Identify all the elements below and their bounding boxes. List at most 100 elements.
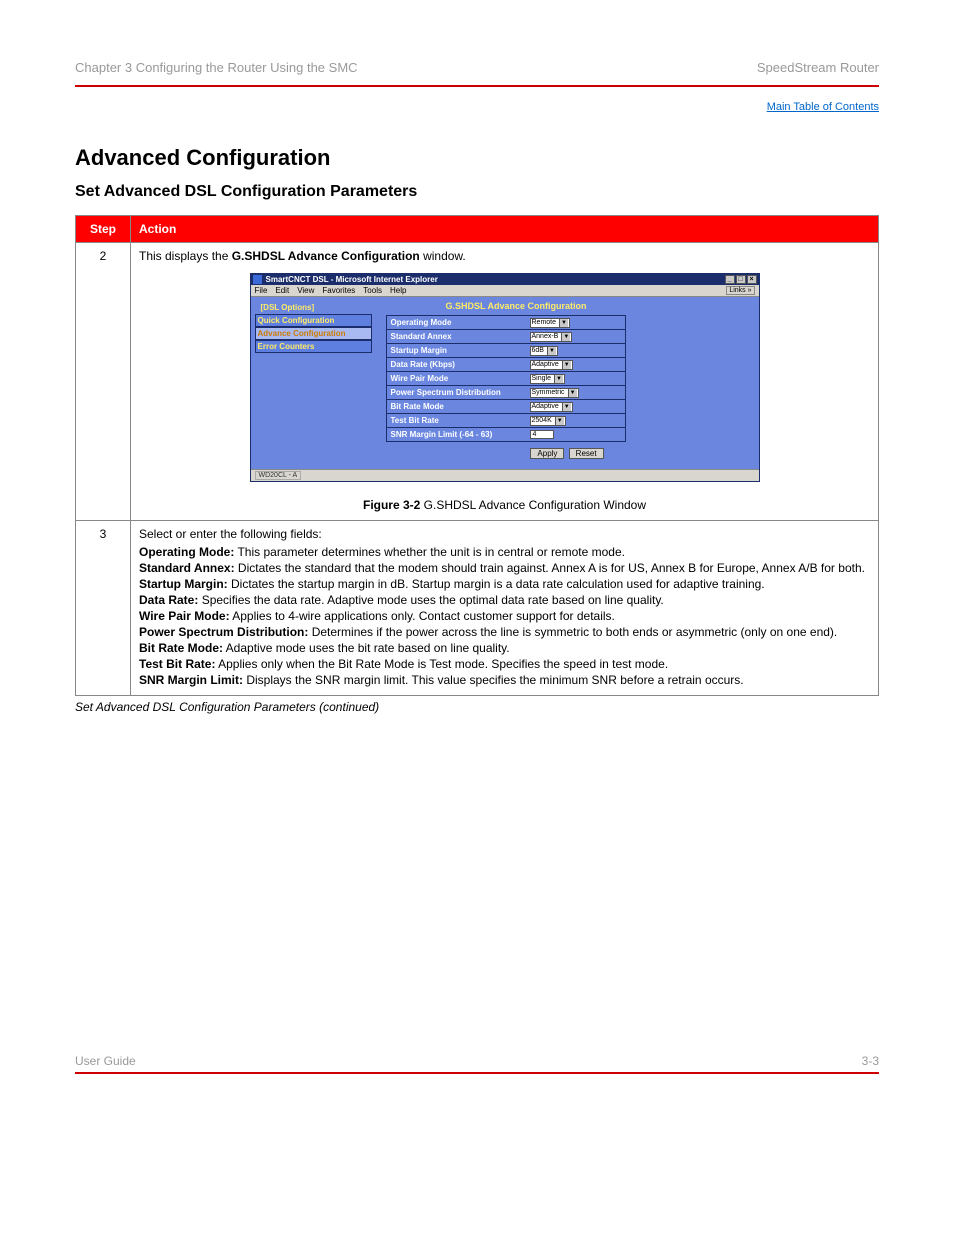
header-left: Chapter 3 Configuring the Router Using t… <box>75 60 358 75</box>
select-input[interactable]: Annex-B▼ <box>530 332 573 342</box>
menu-bar: File Edit View Favorites Tools Help Link… <box>251 285 759 297</box>
config-value-cell: 2504K▼ <box>527 414 625 427</box>
maximize-button[interactable]: □ <box>736 275 746 284</box>
config-row: Standard AnnexAnnex-B▼ <box>387 329 625 343</box>
table-header-row: Step Action <box>76 216 879 243</box>
ie-icon <box>253 275 262 284</box>
apply-button[interactable]: Apply <box>530 448 564 459</box>
col-action: Action <box>131 216 879 243</box>
field-text: Determines if the power across the line … <box>308 625 837 639</box>
select-input[interactable]: Adaptive▼ <box>530 360 573 370</box>
config-row: Startup Margin6dB▼ <box>387 343 625 357</box>
select-input[interactable]: Single▼ <box>530 374 565 384</box>
figure-caption: Figure 3-2 G.SHDSL Advance Configuration… <box>139 498 870 512</box>
config-label: Wire Pair Mode <box>387 372 527 385</box>
table-row: 3 Select or enter the following fields: … <box>76 521 879 696</box>
text: This displays the <box>139 249 232 263</box>
chevron-down-icon: ▼ <box>561 333 570 341</box>
config-row: Data Rate (Kbps)Adaptive▼ <box>387 357 625 371</box>
config-row: Wire Pair ModeSingle▼ <box>387 371 625 385</box>
field-description: Operating Mode: This parameter determine… <box>139 545 870 559</box>
sidebar-item[interactable]: Error Counters <box>255 340 372 353</box>
config-row: Power Spectrum DistributionSymmetric▼ <box>387 385 625 399</box>
menu-help[interactable]: Help <box>390 286 406 295</box>
steps-table: Step Action 2 This displays the G.SHDSL … <box>75 215 879 696</box>
field-description: Test Bit Rate: Applies only when the Bit… <box>139 657 870 671</box>
field-text: This parameter determines whether the un… <box>234 545 625 559</box>
field-description: Power Spectrum Distribution: Determines … <box>139 625 870 639</box>
field-text: Dictates the standard that the modem sho… <box>235 561 865 575</box>
section-title: Advanced Configuration <box>75 145 879 171</box>
window-title: SmartCNCT DSL - Microsoft Internet Explo… <box>266 275 438 284</box>
field-name: Operating Mode: <box>139 545 234 559</box>
button-row: Apply Reset <box>386 448 749 459</box>
field-name: Test Bit Rate: <box>139 657 215 671</box>
select-input[interactable]: 6dB▼ <box>530 346 558 356</box>
chevron-down-icon: ▼ <box>559 319 568 327</box>
config-value-cell: Single▼ <box>527 372 625 385</box>
sidebar-item[interactable]: Advance Configuration <box>255 327 372 340</box>
select-input[interactable]: Adaptive▼ <box>530 402 573 412</box>
chevron-down-icon: ▼ <box>555 417 564 425</box>
config-title: G.SHDSL Advance Configuration <box>446 301 749 311</box>
chevron-down-icon: ▼ <box>562 361 571 369</box>
field-description: Bit Rate Mode: Adaptive mode uses the bi… <box>139 641 870 655</box>
text-bold: G.SHDSL Advance Configuration <box>232 249 420 263</box>
field-name: Startup Margin: <box>139 577 228 591</box>
config-label: Standard Annex <box>387 330 527 343</box>
minimize-button[interactable]: _ <box>725 275 735 284</box>
config-label: Power Spectrum Distribution <box>387 386 527 399</box>
menu-edit[interactable]: Edit <box>275 286 289 295</box>
field-name: Wire Pair Mode: <box>139 609 230 623</box>
footer-right: 3-3 <box>862 1054 879 1068</box>
field-description: Startup Margin: Dictates the startup mar… <box>139 577 870 591</box>
field-description: Wire Pair Mode: Applies to 4-wire applic… <box>139 609 870 623</box>
select-input[interactable]: Remote▼ <box>530 318 571 328</box>
config-row: Test Bit Rate2504K▼ <box>387 413 625 427</box>
select-input[interactable]: Symmetric▼ <box>530 388 579 398</box>
chevron-down-icon: ▼ <box>568 389 577 397</box>
field-name: Power Spectrum Distribution: <box>139 625 308 639</box>
config-value-cell: Symmetric▼ <box>527 386 625 399</box>
text: window. <box>420 249 466 263</box>
config-row: Bit Rate ModeAdaptive▼ <box>387 399 625 413</box>
page-header: Chapter 3 Configuring the Router Using t… <box>75 60 879 75</box>
footer-left: User Guide <box>75 1054 136 1068</box>
field-text: Specifies the data rate. Adaptive mode u… <box>198 593 663 607</box>
links-button[interactable]: Links » <box>726 286 754 295</box>
chevron-down-icon: ▼ <box>562 403 571 411</box>
config-table: Operating ModeRemote▼Standard AnnexAnnex… <box>386 315 626 442</box>
chevron-down-icon: ▼ <box>547 347 556 355</box>
config-value-cell: Annex-B▼ <box>527 330 625 343</box>
footer-rule <box>75 1072 879 1074</box>
text-input[interactable]: 4 <box>530 430 554 439</box>
config-label: Bit Rate Mode <box>387 400 527 413</box>
config-label: Operating Mode <box>387 316 527 329</box>
menu-favorites[interactable]: Favorites <box>322 286 355 295</box>
dsl-sidebar: [DSL Options] Quick ConfigurationAdvance… <box>251 301 376 465</box>
step-number: 2 <box>76 243 131 521</box>
menu-tools[interactable]: Tools <box>363 286 382 295</box>
sidebar-item[interactable]: Quick Configuration <box>255 314 372 327</box>
toc-link[interactable]: Main Table of Contents <box>767 101 879 113</box>
field-name: Standard Annex: <box>139 561 235 575</box>
select-input[interactable]: 2504K▼ <box>530 416 566 426</box>
config-row: Operating ModeRemote▼ <box>387 316 625 329</box>
menu-file[interactable]: File <box>255 286 268 295</box>
menu-view[interactable]: View <box>297 286 314 295</box>
field-name: Bit Rate Mode: <box>139 641 223 655</box>
field-text: Adaptive mode uses the bit rate based on… <box>223 641 510 655</box>
field-name: Data Rate: <box>139 593 198 607</box>
col-step: Step <box>76 216 131 243</box>
browser-window: SmartCNCT DSL - Microsoft Internet Explo… <box>250 273 760 482</box>
field-text: Dictates the startup margin in dB. Start… <box>228 577 765 591</box>
status-text: WD20CL - A <box>255 471 302 480</box>
header-rule <box>75 85 879 87</box>
config-value-cell: Adaptive▼ <box>527 358 625 371</box>
table-row: 2 This displays the G.SHDSL Advance Conf… <box>76 243 879 521</box>
field-text: Applies only when the Bit Rate Mode is T… <box>215 657 668 671</box>
reset-button[interactable]: Reset <box>569 448 604 459</box>
header-right: SpeedStream Router <box>757 60 879 75</box>
field-description: SNR Margin Limit: Displays the SNR margi… <box>139 673 870 687</box>
close-button[interactable]: × <box>747 275 757 284</box>
